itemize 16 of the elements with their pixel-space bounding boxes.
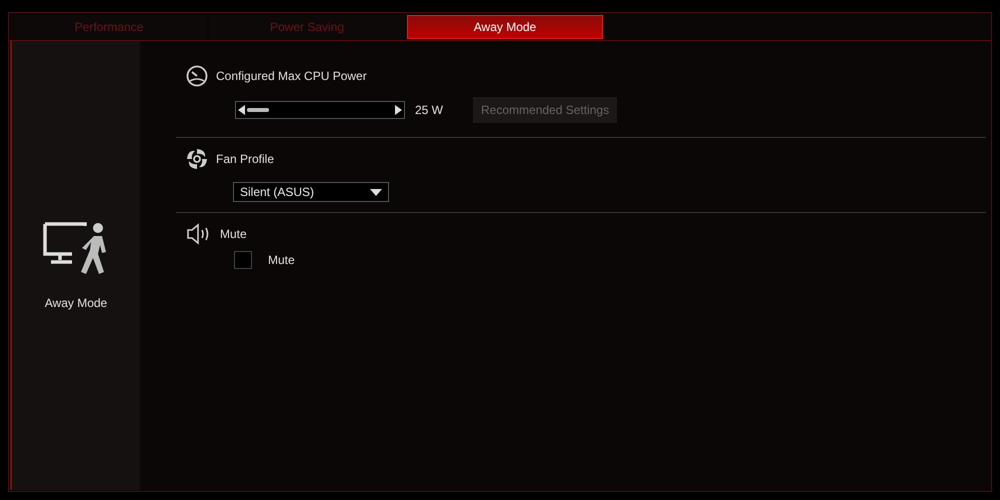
fan-icon: [186, 148, 208, 170]
section-title: Configured Max CPU Power: [216, 68, 367, 85]
power-reading: 25 W: [415, 102, 444, 119]
slider-fill[interactable]: [247, 108, 269, 112]
mute-checkbox[interactable]: [234, 251, 252, 269]
left-arrow-icon[interactable]: [238, 105, 245, 115]
fan-profile-dropdown[interactable]: Silent (ASUS): [233, 182, 389, 202]
section-title: Fan Profile: [216, 151, 274, 168]
tab[interactable]: Away Mode: [407, 14, 603, 38]
caret-icon: [370, 188, 382, 196]
sidebar-label: Away Mode: [44, 294, 108, 312]
gauge-icon: [186, 65, 208, 87]
section-title: Mute: [220, 226, 247, 243]
checkbox-label: Mute: [268, 252, 295, 269]
power-slider[interactable]: [235, 101, 405, 119]
right-arrow-icon[interactable]: [395, 105, 402, 115]
